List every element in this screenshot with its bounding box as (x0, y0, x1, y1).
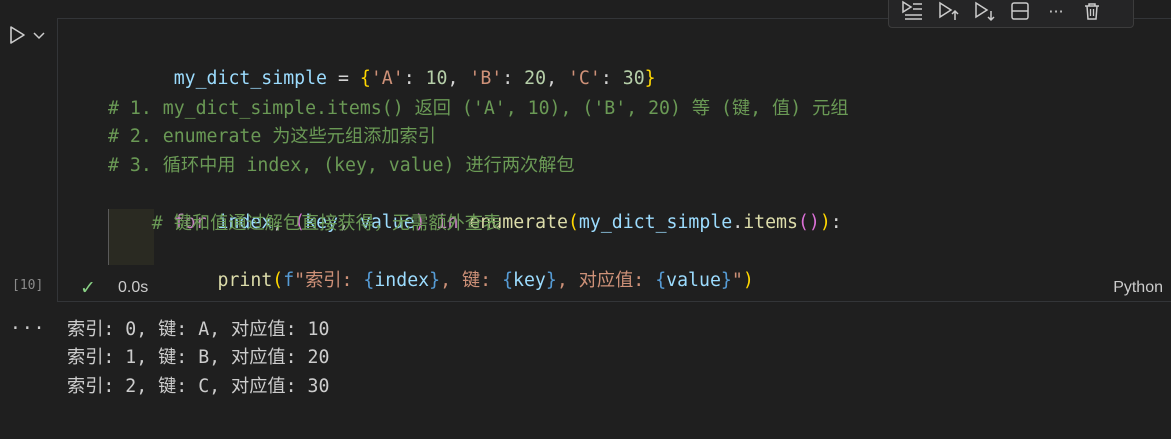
code-token: 10 (425, 68, 448, 89)
delete-icon (1085, 3, 1099, 20)
split-cell-icon (1011, 2, 1029, 20)
code-editor[interactable]: my_dict_simple = {'A': 10, 'B': 20, 'C':… (58, 19, 1171, 291)
split-cell-button[interactable] (1005, 0, 1035, 24)
language-selector[interactable]: Python (1113, 279, 1163, 297)
run-by-line-button[interactable] (897, 0, 927, 24)
code-token: ) (819, 212, 831, 233)
code-line[interactable]: my_dict_simple = {'A': 10, 'B': 20, 'C':… (108, 37, 656, 89)
code-token: : (830, 212, 842, 233)
code-token: 'A' (370, 68, 404, 89)
play-icon (10, 26, 25, 44)
output-more-button[interactable]: ··· (10, 318, 46, 339)
execute-below-button[interactable] (969, 0, 999, 24)
code-token: 'C' (567, 68, 601, 89)
run-by-line-icon (902, 0, 922, 20)
code-token: 20 (524, 68, 547, 89)
more-actions-button[interactable]: ··· (1041, 0, 1071, 24)
cell-status-bar: ✓ 0.0s Python (58, 273, 1171, 303)
code-comment-line[interactable]: # 键和值通过解包直接获得，无需额外查表 (108, 210, 501, 238)
code-token: : (600, 68, 623, 89)
cell-toolbar: ··· (888, 0, 1134, 28)
execute-above-button[interactable] (933, 0, 963, 24)
code-line[interactable]: for index, (key, value) in enumerate(my_… (108, 181, 842, 233)
code-token: } (644, 68, 656, 89)
code-token: { (359, 68, 371, 89)
code-cell[interactable]: my_dict_simple = {'A': 10, 'B': 20, 'C':… (57, 18, 1171, 302)
code-token: () (797, 212, 820, 233)
delete-cell-button[interactable] (1077, 0, 1107, 24)
code-token: , (447, 68, 470, 89)
code-token: : (502, 68, 525, 89)
code-token: my_dict_simple (578, 212, 733, 233)
code-token: , (546, 68, 568, 89)
code-token: ( (567, 212, 579, 233)
code-token: : (403, 68, 426, 89)
code-comment-line[interactable]: # 2. enumerate 为这些元组添加索引 (108, 123, 436, 151)
execution-count: [10] (12, 278, 44, 293)
run-cell-button[interactable] (6, 22, 52, 48)
chevron-down-icon[interactable] (32, 28, 46, 42)
code-comment-line[interactable]: # 1. my_dict_simple.items() 返回 ('A', 10)… (108, 95, 849, 123)
code-comment-line[interactable]: # 3. 循环中用 index, (key, value) 进行两次解包 (108, 152, 575, 180)
code-token: 30 (622, 68, 645, 89)
output-line: 索引: 0, 键: A, 对应值: 10 (67, 319, 330, 340)
code-token: items (743, 212, 798, 233)
code-token: my_dict_simple (173, 68, 328, 89)
success-check-icon: ✓ (80, 277, 96, 299)
code-token: . (732, 212, 744, 233)
code-token: 'B' (469, 68, 503, 89)
execute-below-icon (975, 1, 995, 22)
code-line[interactable]: print(f"索引: {index}, 键: {key}, 对应值: {val… (108, 239, 754, 291)
more-icon: ··· (1048, 1, 1064, 21)
code-token: = (327, 68, 360, 89)
output-line: 索引: 1, 键: B, 对应值: 20 (67, 347, 330, 368)
execution-time: 0.0s (118, 279, 149, 296)
output-line: 索引: 2, 键: C, 对应值: 30 (67, 376, 330, 397)
execute-above-icon (939, 1, 959, 20)
